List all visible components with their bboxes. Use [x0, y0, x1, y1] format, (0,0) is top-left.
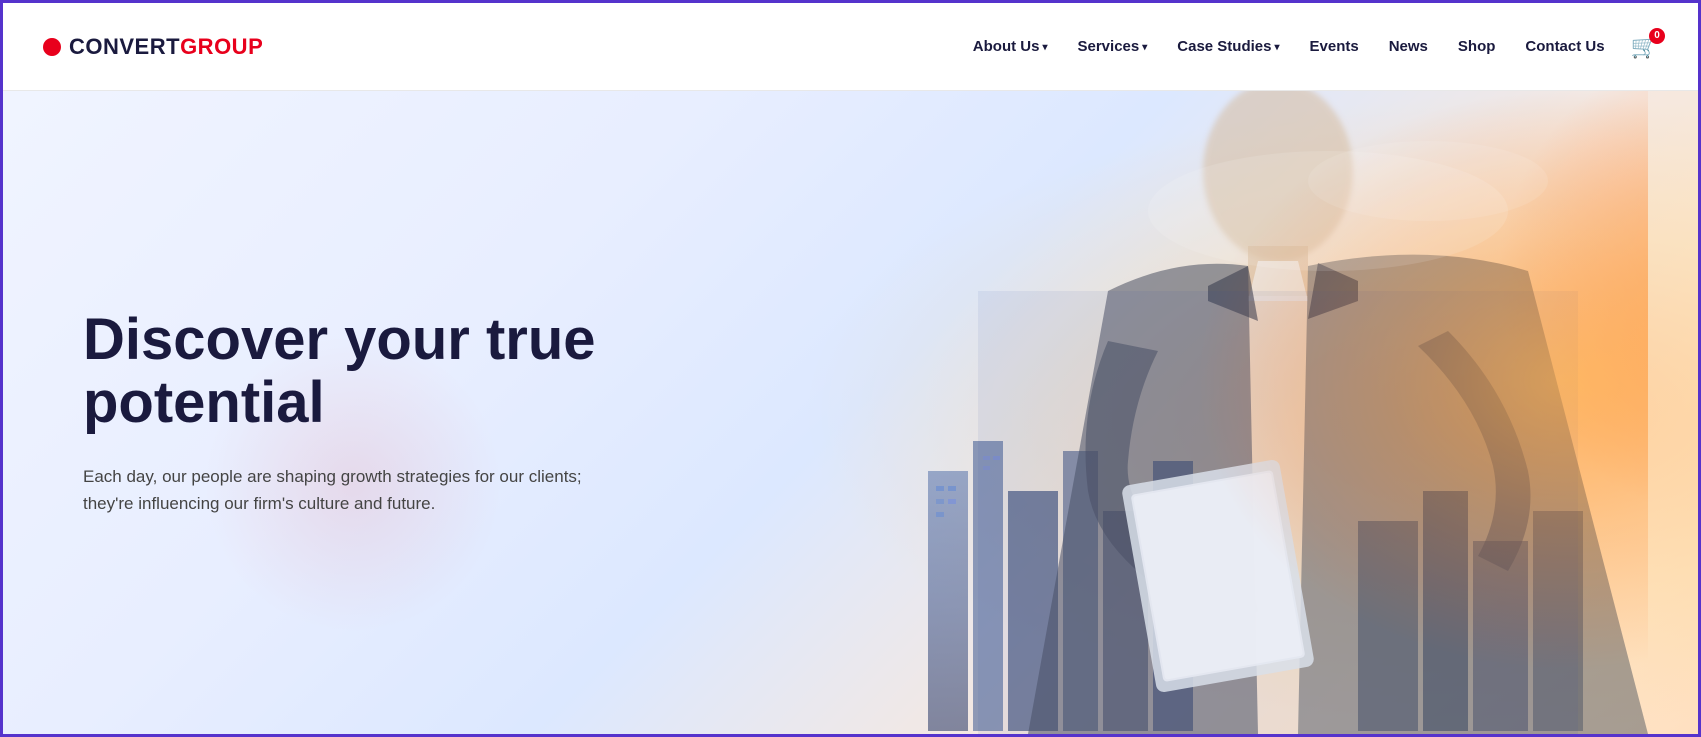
nav-item-events[interactable]: Events [1298, 32, 1371, 61]
chevron-down-icon: ▾ [1142, 42, 1147, 53]
hero-content: Discover your true potential Each day, o… [3, 248, 683, 578]
logo-group: GROUP [180, 34, 263, 59]
hero-title: Discover your true potential [83, 308, 603, 436]
nav-item-shop[interactable]: Shop [1446, 32, 1508, 61]
chevron-down-icon: ▾ [1274, 42, 1279, 53]
logo-dot [43, 38, 61, 56]
hero-section: Discover your true potential Each day, o… [3, 91, 1698, 734]
main-nav: About Us ▾ Services ▾ Case Studies ▾ Eve… [961, 32, 1658, 61]
chevron-down-icon: ▾ [1042, 42, 1047, 53]
logo[interactable]: CONVERTGROUP [43, 34, 263, 60]
cart-badge: 0 [1649, 28, 1665, 44]
nav-item-news[interactable]: News [1377, 32, 1440, 61]
nav-item-services[interactable]: Services ▾ [1066, 32, 1160, 61]
header: CONVERTGROUP About Us ▾ Services ▾ Case … [3, 3, 1698, 91]
nav-item-about-us[interactable]: About Us ▾ [961, 32, 1060, 61]
hero-subtitle: Each day, our people are shaping growth … [83, 463, 603, 517]
logo-convert: CONVERT [69, 34, 180, 59]
hero-background-image [798, 91, 1698, 734]
nav-item-contact-us[interactable]: Contact Us [1513, 32, 1616, 61]
hero-illustration [828, 91, 1648, 734]
logo-text: CONVERTGROUP [69, 34, 263, 60]
cart-button[interactable]: 🛒 0 [1631, 34, 1658, 60]
nav-item-case-studies[interactable]: Case Studies ▾ [1165, 32, 1291, 61]
